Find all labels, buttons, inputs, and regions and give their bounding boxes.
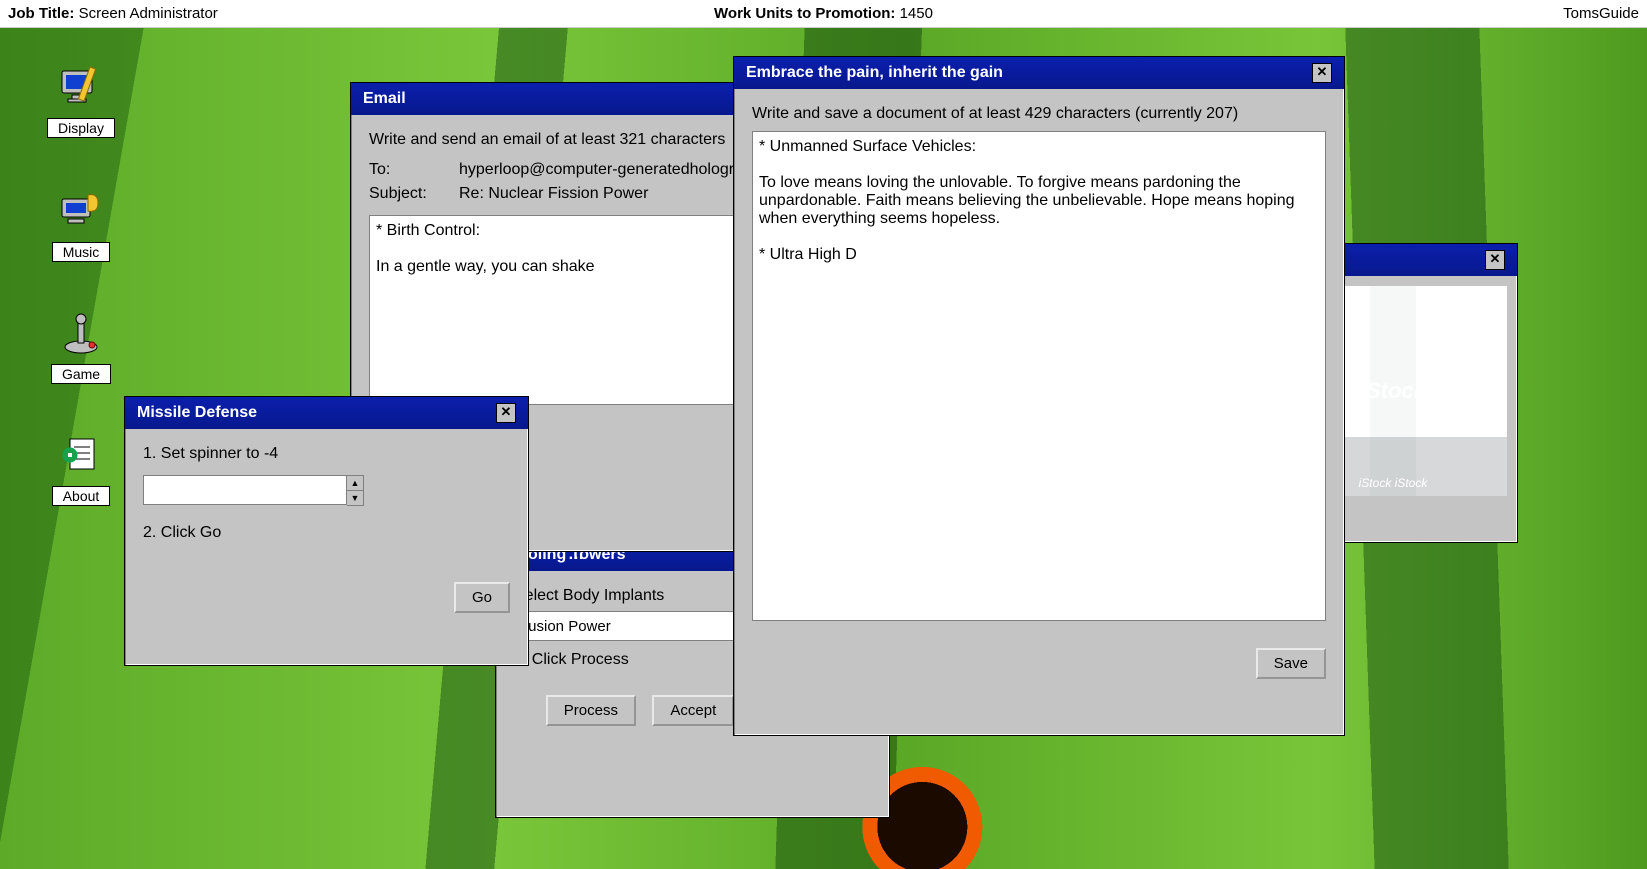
titlebar-document[interactable]: Embrace the pain, inherit the gain ✕	[734, 57, 1344, 89]
desktop-icon-music[interactable]: Music	[36, 188, 126, 262]
joystick-icon	[57, 310, 105, 358]
job-title-label: Job Title:	[8, 5, 74, 22]
desktop-icon-label: Display	[47, 118, 115, 138]
promo-value: 1450	[900, 5, 933, 22]
doc-instruction: Write and save a document of at least 42…	[752, 105, 1326, 123]
desktop-icon-label: About	[52, 486, 111, 506]
missile-step2: 2. Click Go	[143, 524, 510, 542]
missile-step1: 1. Set spinner to -4	[143, 445, 510, 463]
window-document[interactable]: Embrace the pain, inherit the gain ✕ Wri…	[733, 56, 1345, 736]
window-title: Email	[363, 90, 406, 108]
email-to-value: hyperloop@computer-generatedhologra	[459, 161, 743, 179]
promo-label: Work Units to Promotion:	[714, 5, 895, 22]
desktop-icon-game[interactable]: Game	[36, 310, 126, 384]
save-button[interactable]: Save	[1256, 648, 1326, 679]
header-promotion: Work Units to Promotion: 1450	[714, 0, 933, 28]
header-site-name: TomsGuide	[1563, 0, 1639, 27]
display-icon	[57, 64, 105, 112]
email-subject-value: Re: Nuclear Fission Power	[459, 185, 648, 203]
window-missile-defense[interactable]: Missile Defense ✕ 1. Set spinner to -4 ▲…	[124, 396, 529, 666]
header-bar: Job Title: Screen Administrator Work Uni…	[0, 0, 1647, 28]
desktop-background: Display Music Game	[0, 28, 1647, 869]
spinner-down-icon[interactable]: ▼	[347, 491, 363, 505]
email-subject-label: Subject:	[369, 185, 459, 203]
go-button[interactable]: Go	[454, 582, 510, 613]
desktop-icon-label: Game	[51, 364, 111, 384]
spinner-up-icon[interactable]: ▲	[347, 476, 363, 491]
doc-body-textarea[interactable]	[752, 131, 1326, 621]
titlebar-missile[interactable]: Missile Defense ✕	[125, 397, 528, 429]
close-icon[interactable]: ✕	[1485, 250, 1505, 270]
about-icon	[57, 432, 105, 480]
close-icon[interactable]: ✕	[496, 403, 516, 423]
job-title-value: Screen Administrator	[79, 5, 218, 22]
spinner-input[interactable]	[143, 475, 347, 505]
close-icon[interactable]: ✕	[1312, 63, 1332, 83]
window-title: Missile Defense	[137, 404, 257, 422]
accept-button[interactable]: Accept	[652, 695, 734, 726]
desktop-icon-about[interactable]: About	[36, 432, 126, 506]
window-title: Embrace the pain, inherit the gain	[746, 64, 1003, 82]
music-icon	[57, 188, 105, 236]
header-job-title: Job Title: Screen Administrator	[8, 0, 218, 27]
desktop-icon-label: Music	[52, 242, 111, 262]
process-button[interactable]: Process	[546, 695, 636, 726]
email-to-label: To:	[369, 161, 459, 179]
desktop-icon-display[interactable]: Display	[36, 64, 126, 138]
